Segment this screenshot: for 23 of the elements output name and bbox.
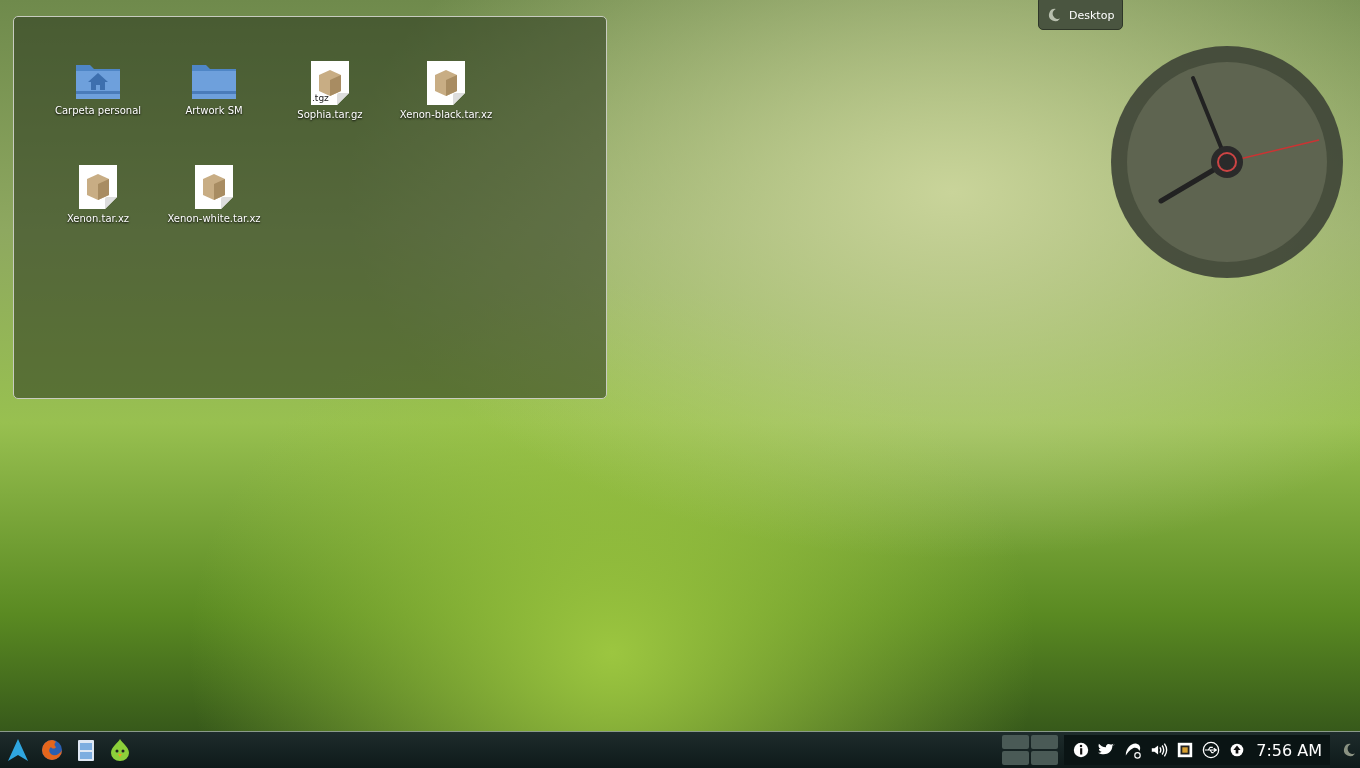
usb-icon[interactable] <box>1202 741 1221 759</box>
network-port-icon[interactable] <box>1176 741 1195 759</box>
file-name[interactable]: Carpeta personal <box>43 105 153 116</box>
archive-file-icon[interactable] <box>79 165 117 209</box>
archive-file-icon[interactable] <box>427 61 465 105</box>
clock-time[interactable]: 7:56 AM <box>1256 740 1322 760</box>
desktop-toolbox-button[interactable]: Desktop <box>1038 0 1123 30</box>
file-name[interactable]: Xenon-black.tar.xz <box>391 109 501 120</box>
crescent-icon[interactable] <box>1342 743 1356 757</box>
info-icon[interactable] <box>1072 741 1091 759</box>
swirl-icon[interactable] <box>1124 741 1143 759</box>
file-name[interactable]: Sophia.tar.gz <box>275 109 385 120</box>
file-name[interactable]: Xenon-white.tar.xz <box>159 213 269 224</box>
volume-icon[interactable] <box>1150 741 1169 759</box>
file-name[interactable]: Xenon.tar.xz <box>43 213 153 224</box>
archive-file-icon[interactable]: .tgz <box>311 61 349 105</box>
file-name[interactable]: Artwork SM <box>159 105 269 116</box>
browser-globe-icon[interactable] <box>40 738 64 762</box>
crescent-icon <box>1047 8 1061 22</box>
archive-file-icon[interactable] <box>195 165 233 209</box>
chick-icon[interactable] <box>108 738 132 762</box>
file-extension-label: .tgz <box>312 93 329 103</box>
menu-icon[interactable] <box>6 738 30 762</box>
